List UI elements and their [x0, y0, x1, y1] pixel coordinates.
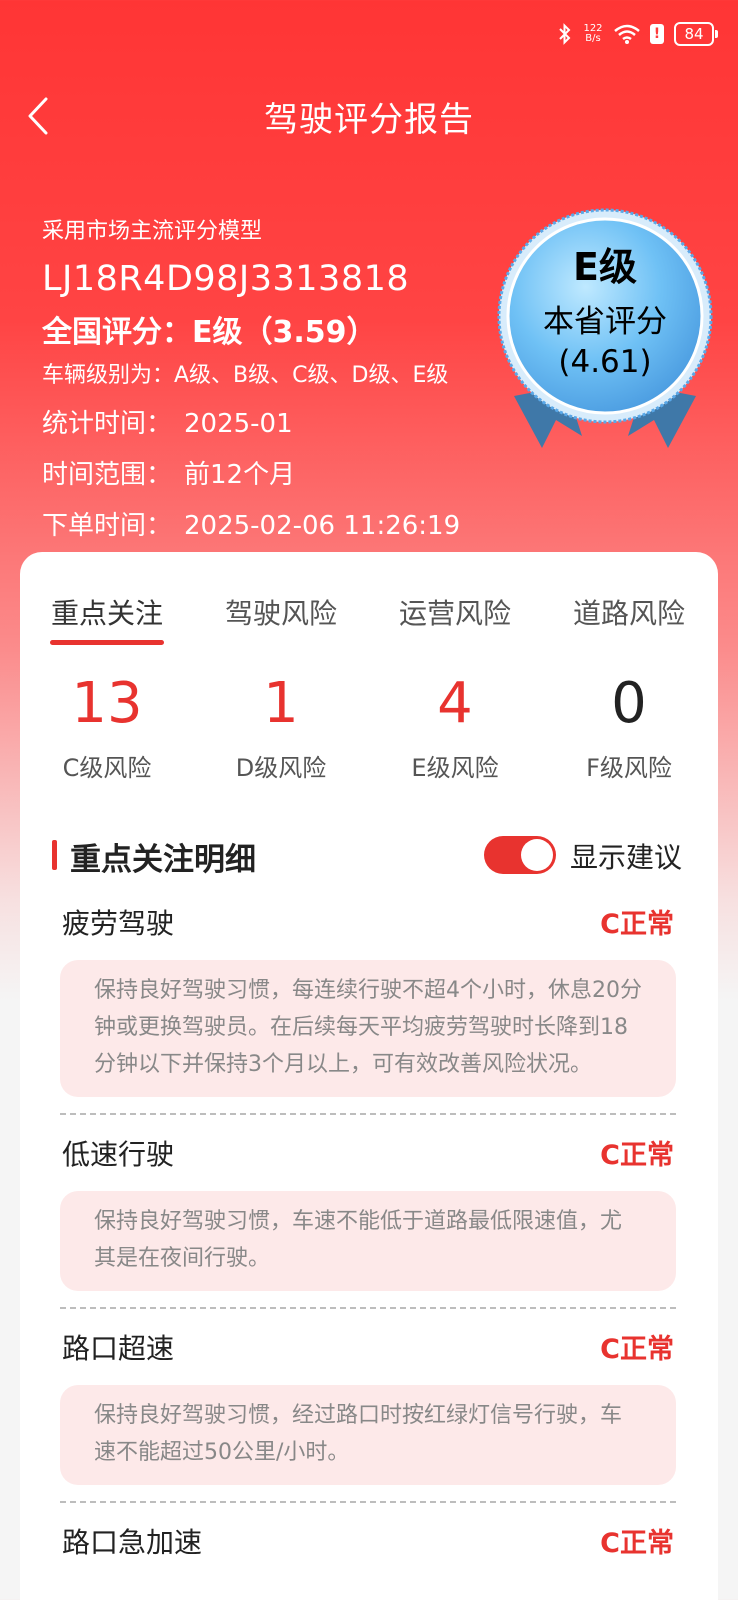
focus-item-list: 疲劳驾驶 C正常 保持良好驾驶习惯，每连续行驶不超4个小时，休息20分钟或更换驾… — [60, 902, 676, 1561]
risk-stats: 13 C级风险 1 D级风险 4 E级风险 0 F级风险 — [20, 672, 718, 792]
list-item[interactable]: 低速行驶 C正常 保持良好驾驶习惯，车速不能低于道路最低限速值，尤其是在夜间行驶… — [60, 1133, 676, 1291]
tab-driving-risk[interactable]: 驾驶风险 — [194, 592, 368, 632]
stat-f-label: F级风险 — [586, 754, 672, 782]
item-header: 路口超速 C正常 — [60, 1327, 676, 1367]
section-title: 重点关注明细 — [70, 842, 256, 878]
item-name: 低速行驶 — [62, 1138, 175, 1171]
item-advice: 保持良好驾驶习惯，每连续行驶不超4个小时，休息20分钟或更换驾驶员。在后续每天平… — [60, 960, 676, 1097]
stat-c-label: C级风险 — [62, 754, 152, 782]
battery-tip — [715, 30, 718, 38]
list-item[interactable]: 路口超速 C正常 保持良好驾驶习惯，经过路口时按红绿灯信号行驶，车速不能超过50… — [60, 1327, 676, 1485]
page-title: 驾驶评分报告 — [264, 100, 474, 140]
toggle-knob — [521, 839, 553, 871]
stat-f-risk[interactable]: 0 F级风险 — [542, 672, 716, 783]
item-header: 低速行驶 C正常 — [60, 1133, 676, 1173]
order-time-value: 2025-02-06 11:26:19 — [184, 511, 461, 541]
alert-icon: ! — [650, 24, 664, 44]
divider — [60, 1113, 676, 1115]
item-name: 路口急加速 — [62, 1526, 203, 1559]
stat-c-risk[interactable]: 13 C级风险 — [20, 672, 194, 783]
active-tab-indicator — [50, 640, 164, 645]
item-name: 路口超速 — [62, 1332, 175, 1365]
report-summary: 采用市场主流评分模型 LJ18R4D98J3313818 全国评分：E级（3.5… — [42, 205, 460, 542]
time-range-value: 前12个月 — [184, 460, 296, 490]
item-advice: 保持良好驾驶习惯，车速不能低于道路最低限速值，尤其是在夜间行驶。 — [60, 1191, 676, 1291]
show-advice-label: 显示建议 — [570, 841, 683, 874]
risk-card: 重点关注 驾驶风险 运营风险 道路风险 13 C级风险 1 D级风险 4 E级风… — [20, 552, 718, 1600]
item-status: C正常 — [600, 1140, 674, 1171]
stat-time-value: 2025-01 — [184, 409, 293, 439]
stat-e-label: E级风险 — [411, 754, 499, 782]
model-note: 采用市场主流评分模型 — [42, 219, 263, 244]
wifi-icon — [614, 24, 640, 44]
vin-number: LJ18R4D98J3313818 — [42, 259, 410, 299]
medal-grade: E级 — [573, 245, 637, 289]
battery-icon: 84 — [674, 22, 718, 46]
stat-d-risk[interactable]: 1 D级风险 — [194, 672, 368, 783]
tab-road-risk[interactable]: 道路风险 — [542, 592, 716, 632]
tab-key-focus[interactable]: 重点关注 — [20, 592, 194, 632]
risk-tabs: 重点关注 驾驶风险 运营风险 道路风险 — [20, 592, 718, 652]
item-status: C正常 — [600, 1334, 674, 1365]
battery-level: 84 — [674, 22, 714, 46]
item-header: 路口急加速 C正常 — [60, 1521, 676, 1561]
bluetooth-icon — [559, 23, 571, 45]
medal-label: 本省评分 — [543, 304, 667, 340]
levels-note: 车辆级别为：A级、B级、C级、D级、E级 — [42, 363, 449, 388]
net-speed: 122 B/s — [582, 24, 604, 44]
net-speed-unit: B/s — [585, 33, 601, 44]
national-score: 全国评分：E级（3.59） — [42, 315, 377, 350]
stat-d-label: D级风险 — [235, 754, 327, 782]
order-time-row: 下单时间： 2025-02-06 11:26:19 — [42, 505, 460, 542]
divider — [60, 1501, 676, 1503]
time-range-label: 时间范围： — [42, 460, 173, 490]
item-advice: 保持良好驾驶习惯，经过路口时按红绿灯信号行驶，车速不能超过50公里/小时。 — [60, 1385, 676, 1485]
section-accent-bar — [52, 840, 57, 870]
time-range-row: 时间范围： 前12个月 — [42, 454, 460, 491]
item-status: C正常 — [600, 1528, 674, 1559]
item-status: C正常 — [600, 909, 674, 940]
province-score-medal: E级 本省评分 (4.61) — [494, 208, 716, 478]
divider — [60, 1307, 676, 1309]
nav-bar: 驾驶评分报告 — [0, 80, 738, 152]
order-time-label: 下单时间： — [42, 511, 173, 541]
stat-f-value: 0 — [611, 671, 647, 736]
stat-e-value: 4 — [437, 671, 473, 736]
stat-time-row: 统计时间： 2025-01 — [42, 403, 460, 440]
item-name: 疲劳驾驶 — [62, 907, 175, 940]
status-icons: 122 B/s ! 84 — [558, 20, 718, 48]
medal-score: (4.61) — [558, 344, 652, 380]
status-bar: 122 B/s ! 84 — [0, 0, 738, 70]
list-item[interactable]: 疲劳驾驶 C正常 保持良好驾驶习惯，每连续行驶不超4个小时，休息20分钟或更换驾… — [60, 902, 676, 1097]
show-advice-toggle[interactable] — [484, 836, 556, 874]
stat-e-risk[interactable]: 4 E级风险 — [368, 672, 542, 783]
stat-c-value: 13 — [71, 671, 143, 736]
section-header: 重点关注明细 显示建议 — [20, 830, 718, 880]
tab-operation-risk[interactable]: 运营风险 — [368, 592, 542, 632]
stat-time-label: 统计时间： — [42, 409, 173, 439]
stat-d-value: 1 — [263, 671, 299, 736]
list-item[interactable]: 路口急加速 C正常 — [60, 1521, 676, 1561]
item-header: 疲劳驾驶 C正常 — [60, 902, 676, 942]
